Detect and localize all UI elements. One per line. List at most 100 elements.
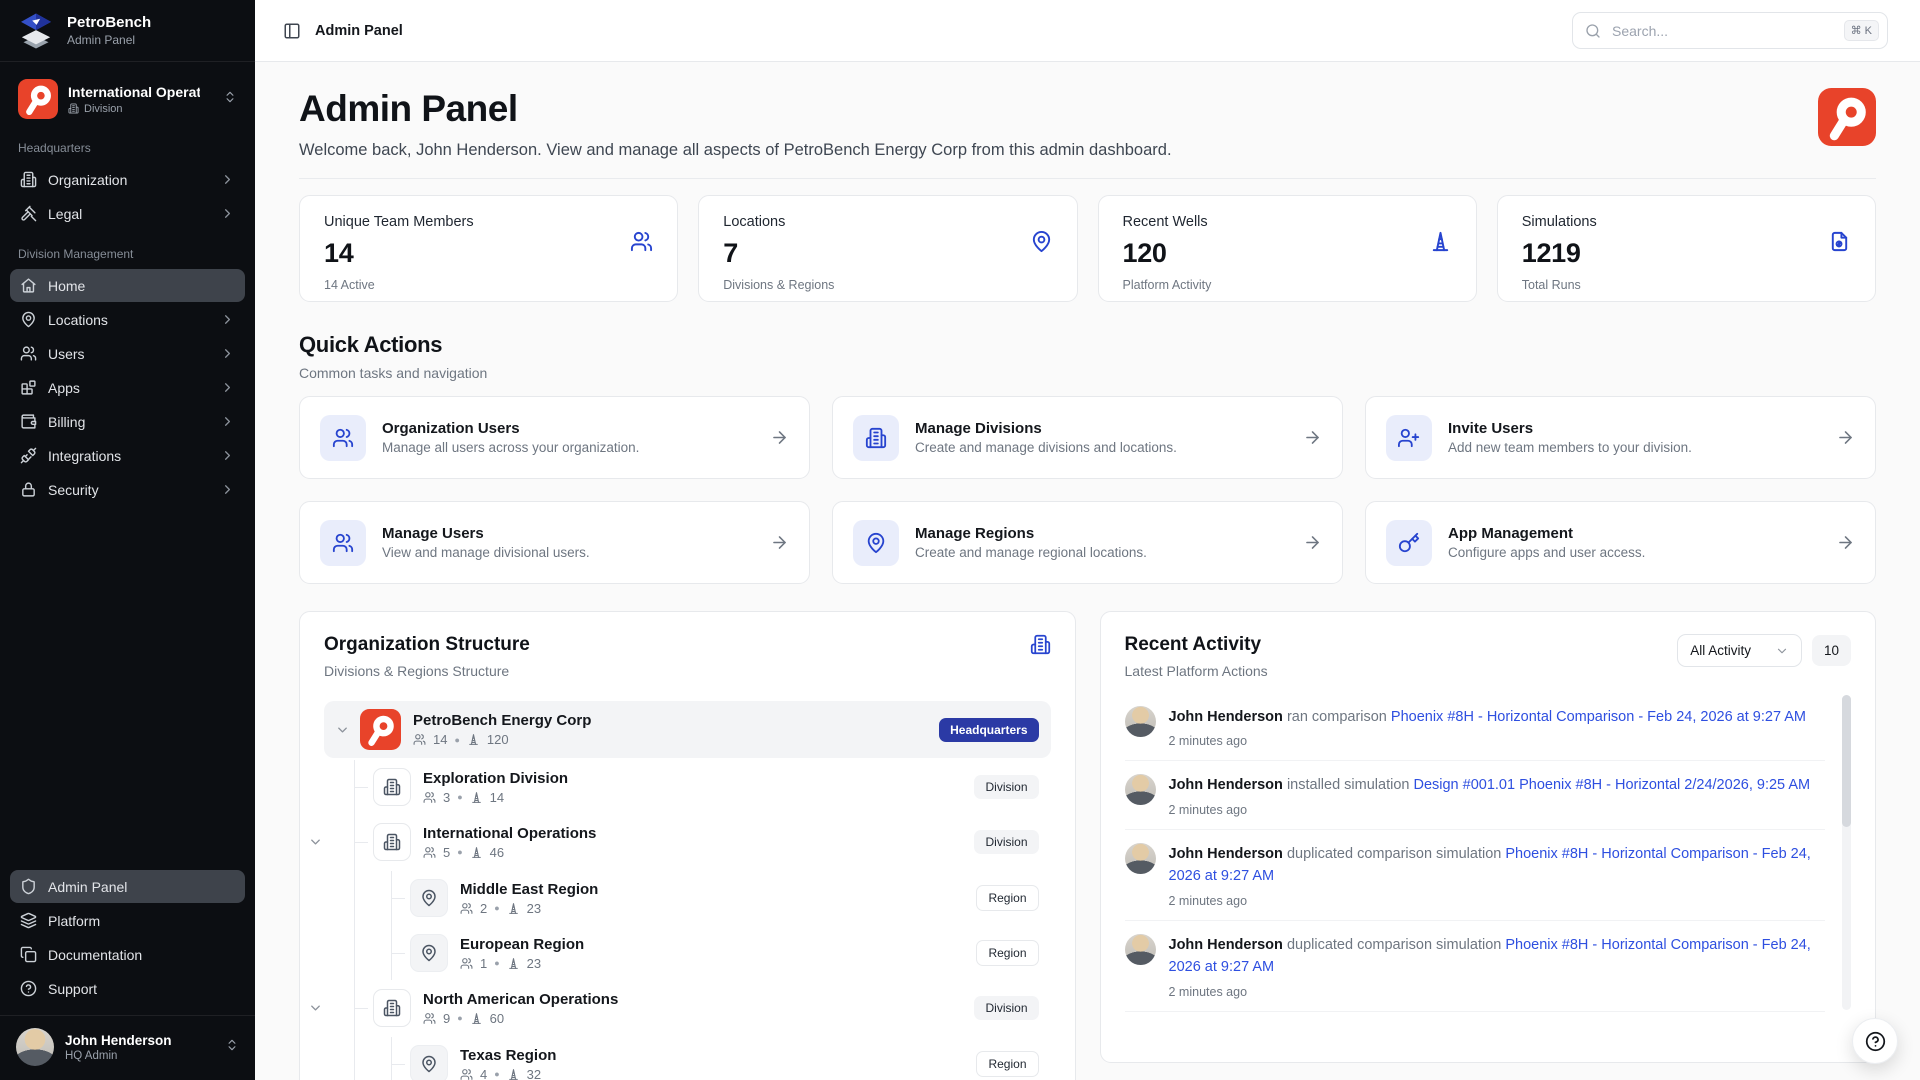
derrick-icon xyxy=(470,1012,483,1025)
tree-node-name: North American Operations xyxy=(423,991,618,1008)
tree-node-european-region[interactable]: European Region 1 ● 23 Region xyxy=(392,926,1051,980)
sidebar-item-integrations[interactable]: Integrations xyxy=(10,439,245,472)
company-logo-icon xyxy=(1818,88,1876,151)
quick-action-manage-regions[interactable]: Manage Regions Create and manage regiona… xyxy=(832,501,1343,584)
tree-node-stats: 3 ● 14 xyxy=(423,790,568,805)
activity-text: John Henderson duplicated comparison sim… xyxy=(1169,843,1826,888)
avatar xyxy=(1125,843,1156,874)
sidebar-item-platform[interactable]: Platform xyxy=(10,904,245,937)
stat-sub: Platform Activity xyxy=(1123,278,1452,292)
sidebar-item-users[interactable]: Users xyxy=(10,337,245,370)
chevron-down-icon xyxy=(1775,644,1789,658)
brand-subtitle: Admin Panel xyxy=(67,33,151,47)
sidebar-item-documentation[interactable]: Documentation xyxy=(10,938,245,971)
map-pin-icon xyxy=(1030,230,1053,253)
wallet-icon xyxy=(20,413,37,430)
quick-action-title: Manage Regions xyxy=(915,525,1287,542)
quick-action-desc: Create and manage divisions and location… xyxy=(915,440,1287,455)
tree-node-north-american-operations[interactable]: North American Operations 9 ● 60 Divisio… xyxy=(355,981,1051,1035)
recent-activity-panel: Recent Activity Latest Platform Actions … xyxy=(1100,611,1877,1063)
quick-action-manage-users[interactable]: Manage Users View and manage divisional … xyxy=(299,501,810,584)
panel-left-icon[interactable] xyxy=(283,22,301,40)
help-button[interactable] xyxy=(1852,1018,1898,1064)
activity-user: John Henderson xyxy=(1169,777,1283,793)
sidebar-item-legal[interactable]: Legal xyxy=(10,197,245,230)
sidebar-item-billing[interactable]: Billing xyxy=(10,405,245,438)
stat-label: Simulations xyxy=(1522,214,1851,230)
org-tree: PetroBench Energy Corp 14 ● 120 Headquar… xyxy=(324,701,1051,1080)
stat-sub: Total Runs xyxy=(1522,278,1851,292)
quick-action-app-management[interactable]: App Management Configure apps and user a… xyxy=(1365,501,1876,584)
activity-link[interactable]: Phoenix #8H - Horizontal Comparison - Fe… xyxy=(1391,709,1806,725)
chevron-down-icon[interactable] xyxy=(308,1001,323,1016)
sidebar-item-apps[interactable]: Apps xyxy=(10,371,245,404)
chevron-down-icon[interactable] xyxy=(335,722,350,737)
activity-item: John Henderson duplicated comparison sim… xyxy=(1125,830,1826,921)
activity-count-badge: 10 xyxy=(1812,635,1851,666)
stats-grid: Unique Team Members 14 14 Active Locatio… xyxy=(299,195,1876,302)
sidebar-item-home[interactable]: Home xyxy=(10,269,245,302)
sidebar-item-label: Billing xyxy=(48,414,85,430)
tree-node-middle-east-region[interactable]: Middle East Region 2 ● 23 Region xyxy=(392,871,1051,925)
brand: PetroBench Admin Panel xyxy=(0,0,255,62)
quick-actions-grid: Organization Users Manage all users acro… xyxy=(299,396,1876,584)
scrollbar-thumb[interactable] xyxy=(1842,695,1851,827)
quick-action-manage-divisions[interactable]: Manage Divisions Create and manage divis… xyxy=(832,396,1343,479)
petrobench-logo-icon xyxy=(16,11,56,51)
copy-icon xyxy=(20,946,37,963)
layers-icon xyxy=(20,912,37,929)
users-icon xyxy=(20,345,37,362)
users-icon xyxy=(413,733,426,746)
quick-action-organization-users[interactable]: Organization Users Manage all users acro… xyxy=(299,396,810,479)
company-logo-icon xyxy=(360,709,401,750)
tree-node-name: Exploration Division xyxy=(423,770,568,787)
building-icon xyxy=(20,171,37,188)
tree-node-exploration-division[interactable]: Exploration Division 3 ● 14 Division xyxy=(355,760,1051,814)
panel-left-icon xyxy=(283,22,301,40)
sidebar-item-label: Home xyxy=(48,278,85,294)
user-menu[interactable]: John Henderson HQ Admin xyxy=(0,1015,255,1080)
users-icon xyxy=(460,1068,473,1080)
sidebar-item-locations[interactable]: Locations xyxy=(10,303,245,336)
org-switcher[interactable]: International Operations Division xyxy=(12,75,243,123)
petrobench-mark-icon xyxy=(1818,88,1876,146)
sidebar-item-security[interactable]: Security xyxy=(10,473,245,506)
sidebar-item-support[interactable]: Support xyxy=(10,972,245,1005)
users-icon xyxy=(423,1012,436,1025)
sidebar-item-label: Admin Panel xyxy=(48,879,127,895)
recent-activity-subtitle: Latest Platform Actions xyxy=(1125,663,1268,679)
stat-card-recent-wells: Recent Wells 120 Platform Activity xyxy=(1098,195,1477,302)
building-icon xyxy=(1030,634,1051,660)
building-icon xyxy=(383,833,401,851)
apps-icon xyxy=(20,379,37,396)
activity-text: John Henderson duplicated comparison sim… xyxy=(1169,934,1826,979)
petrobench-mark-icon xyxy=(360,709,401,750)
stat-card-unique-team-members: Unique Team Members 14 14 Active xyxy=(299,195,678,302)
stat-label: Recent Wells xyxy=(1123,214,1452,230)
badge-headquarters: Headquarters xyxy=(939,718,1038,742)
building-icon xyxy=(373,768,411,806)
sidebar-item-organization[interactable]: Organization xyxy=(10,163,245,196)
derrick-icon xyxy=(507,902,520,915)
quick-action-invite-users[interactable]: Invite Users Add new team members to you… xyxy=(1365,396,1876,479)
page-subtitle: Welcome back, John Henderson. View and m… xyxy=(299,141,1172,160)
activity-list: John Henderson ran comparison Phoenix #8… xyxy=(1125,693,1852,1012)
tree-node-petrobench-energy-corp[interactable]: PetroBench Energy Corp 14 ● 120 Headquar… xyxy=(324,701,1051,758)
badge-region: Region xyxy=(976,1051,1038,1077)
tree-node-texas-region[interactable]: Texas Region 4 ● 32 Region xyxy=(392,1037,1051,1080)
tree-node-international-operations[interactable]: International Operations 5 ● 46 Division xyxy=(355,815,1051,869)
users-icon xyxy=(423,846,436,859)
users-icon xyxy=(332,532,354,554)
chevron-down-icon[interactable] xyxy=(308,835,323,850)
search-input[interactable] xyxy=(1610,22,1835,40)
activity-link[interactable]: Design #001.01 Phoenix #8H - Horizontal … xyxy=(1413,777,1810,793)
search-box[interactable]: ⌘ K xyxy=(1572,12,1888,49)
chevron-down-icon xyxy=(335,722,350,737)
avatar xyxy=(1125,706,1156,737)
activity-filter-select[interactable]: All Activity xyxy=(1677,634,1802,667)
quick-action-desc: Configure apps and user access. xyxy=(1448,545,1820,560)
users-icon xyxy=(460,957,473,970)
petrobench-mark-icon xyxy=(18,79,58,119)
activity-text: John Henderson ran comparison Phoenix #8… xyxy=(1169,706,1807,728)
sidebar-item-admin-panel[interactable]: Admin Panel xyxy=(10,870,245,903)
